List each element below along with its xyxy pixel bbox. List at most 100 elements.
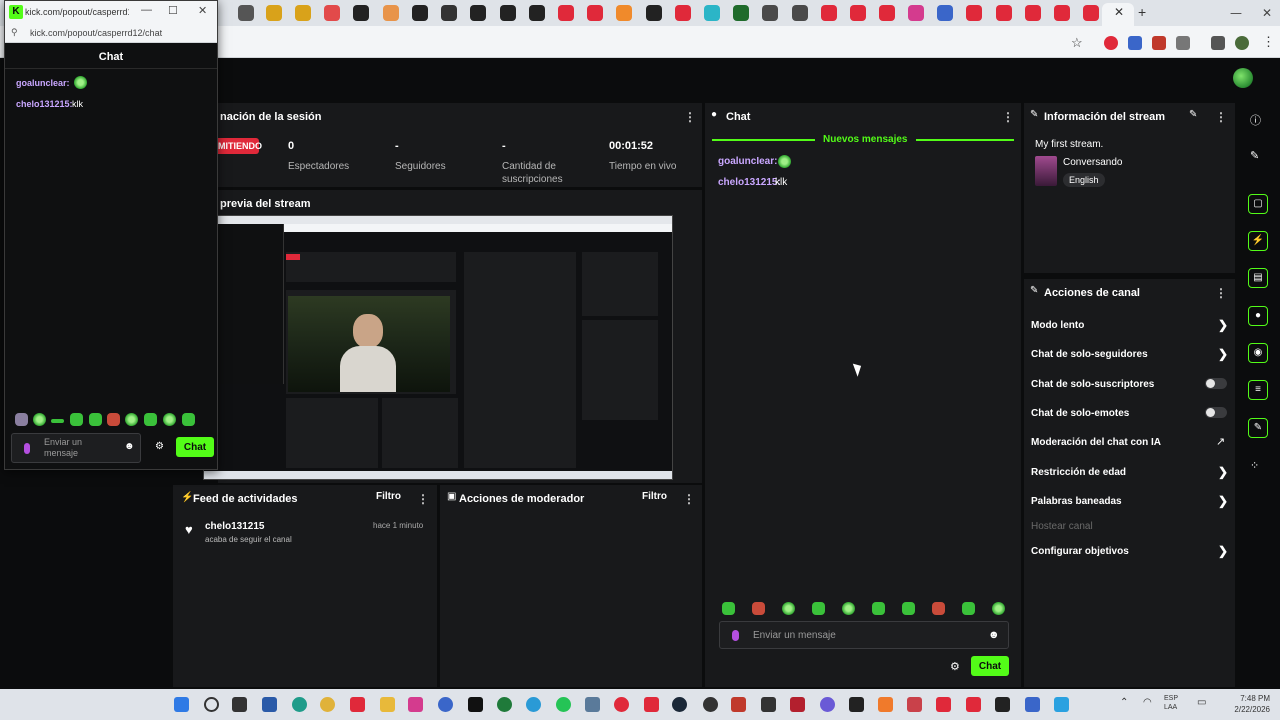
goals-option[interactable]: Configurar objetivos <box>1031 546 1129 557</box>
emote-icon[interactable] <box>182 413 195 426</box>
ai-moderation-option[interactable]: Moderación del chat con IA <box>1031 437 1161 448</box>
taskbar-app-icon[interactable] <box>907 697 922 712</box>
list-icon[interactable]: ≡ <box>1248 380 1268 400</box>
steam-icon[interactable] <box>672 697 687 712</box>
chevron-right-icon[interactable]: ❯ <box>1218 494 1228 508</box>
document-icon[interactable]: ▤ <box>1248 268 1268 288</box>
tab-favicon[interactable] <box>353 5 369 21</box>
youtube-icon[interactable] <box>644 697 659 712</box>
tab-favicon[interactable] <box>500 5 516 21</box>
emote-icon[interactable] <box>872 602 885 615</box>
tab-favicon[interactable] <box>675 5 691 21</box>
chevron-right-icon[interactable]: ❯ <box>1218 544 1228 558</box>
tab-favicon[interactable] <box>966 5 982 21</box>
edit-icon[interactable]: ✎ <box>1189 109 1197 120</box>
chat-settings-gear-icon[interactable]: ⚙ <box>950 660 960 673</box>
tab-favicon[interactable] <box>238 5 254 21</box>
slow-mode-option[interactable]: Modo lento <box>1031 320 1084 331</box>
chat-icon[interactable]: ● <box>1248 306 1268 326</box>
pinterest-icon[interactable] <box>614 697 629 712</box>
tab-favicon[interactable] <box>908 5 924 21</box>
taskbar-app-icon[interactable] <box>585 697 600 712</box>
extensions-puzzle-icon[interactable] <box>1176 36 1190 50</box>
emote-icon[interactable] <box>752 602 765 615</box>
netflix-icon[interactable] <box>350 697 365 712</box>
instagram-icon[interactable] <box>408 697 423 712</box>
tab-favicon[interactable] <box>1025 5 1041 21</box>
chevron-right-icon[interactable]: ❯ <box>1218 465 1228 479</box>
start-icon[interactable] <box>174 697 189 712</box>
task-view-icon[interactable] <box>232 697 247 712</box>
tab-favicon[interactable] <box>412 5 428 21</box>
chevron-right-icon[interactable]: ❯ <box>1218 347 1228 361</box>
tab-favicon[interactable] <box>850 5 866 21</box>
emote-icon[interactable] <box>89 413 102 426</box>
tab-favicon[interactable] <box>704 5 720 21</box>
new-messages-label[interactable]: Nuevos mensajes <box>815 134 916 145</box>
taskbar-app-icon[interactable] <box>936 697 951 712</box>
tiktok-icon[interactable] <box>468 697 483 712</box>
extension-icon[interactable] <box>1152 36 1166 50</box>
emote-icon[interactable] <box>962 602 975 615</box>
wifi-icon[interactable]: ◠ <box>1143 697 1152 708</box>
tab-favicon[interactable] <box>1083 5 1099 21</box>
chat-settings-gear-icon[interactable]: ⚙ <box>155 441 164 452</box>
tab-favicon[interactable] <box>324 5 340 21</box>
bolt-icon[interactable]: ⚡ <box>1248 231 1268 251</box>
minimize-icon[interactable]: — <box>1230 6 1242 20</box>
tab-favicon[interactable] <box>558 5 574 21</box>
close-tab-icon[interactable]: ✕ <box>1114 5 1124 19</box>
emote-icon[interactable] <box>144 413 157 426</box>
facebook-icon[interactable] <box>438 697 453 712</box>
apps-icon[interactable]: ⁘ <box>1250 459 1259 472</box>
taskbar-app-icon[interactable] <box>849 697 864 712</box>
twitter-icon[interactable] <box>1054 697 1069 712</box>
browser-menu-icon[interactable]: ⋮ <box>1262 34 1275 50</box>
emote-icon[interactable] <box>15 413 28 426</box>
stream-info-menu-icon[interactable]: ⋮ <box>1215 110 1227 124</box>
chat-send-button[interactable]: Chat <box>971 656 1009 676</box>
tray-chevron-icon[interactable]: ⌃ <box>1120 697 1128 708</box>
acrobat-icon[interactable] <box>790 697 805 712</box>
channel-actions-menu-icon[interactable]: ⋮ <box>1215 286 1227 300</box>
chevron-right-icon[interactable]: ❯ <box>1218 318 1228 332</box>
chrome-icon[interactable] <box>320 697 335 712</box>
mic-icon[interactable] <box>732 630 739 641</box>
edit-layout-icon[interactable]: ✎ <box>1250 149 1259 162</box>
tab-favicon[interactable] <box>762 5 778 21</box>
emote-icon[interactable] <box>70 413 83 426</box>
scan-icon[interactable]: ▢ <box>1248 194 1268 214</box>
search-icon[interactable] <box>204 697 219 712</box>
age-restriction-option[interactable]: Restricción de edad <box>1031 467 1126 478</box>
language-indicator[interactable]: ESP LAA <box>1164 694 1178 712</box>
chat-username[interactable]: goaluncIear: <box>718 156 777 167</box>
emote-icon[interactable] <box>125 413 138 426</box>
network-icon[interactable]: ▭ <box>1197 697 1206 708</box>
youtube-icon[interactable] <box>966 697 981 712</box>
tab-favicon[interactable] <box>1054 5 1070 21</box>
tab-favicon[interactable] <box>996 5 1012 21</box>
emoji-picker-icon[interactable]: ☻ <box>988 629 1000 641</box>
tab-favicon[interactable] <box>383 5 399 21</box>
taskbar-app-icon[interactable] <box>262 697 277 712</box>
user-avatar[interactable] <box>1233 68 1253 88</box>
tab-favicon[interactable] <box>646 5 662 21</box>
media-icon[interactable] <box>1211 36 1225 50</box>
extension-icon[interactable] <box>1104 36 1118 50</box>
session-menu-icon[interactable]: ⋮ <box>684 110 696 124</box>
file-explorer-icon[interactable] <box>380 697 395 712</box>
maximize-icon[interactable]: ☐ <box>168 4 178 17</box>
info-icon[interactable]: ⓘ <box>1250 112 1261 128</box>
translate-icon[interactable] <box>1128 36 1142 50</box>
stream-preview-video[interactable] <box>203 215 673 480</box>
mic-icon[interactable] <box>24 443 30 454</box>
chat-menu-icon[interactable]: ⋮ <box>1002 110 1014 124</box>
tab-favicon[interactable] <box>879 5 895 21</box>
chat-username[interactable]: chelo131215: <box>718 177 781 188</box>
emote-icon[interactable] <box>51 419 64 423</box>
tab-favicon[interactable] <box>587 5 603 21</box>
tab-favicon[interactable] <box>616 5 632 21</box>
subs-only-option[interactable]: Chat de solo-suscriptores <box>1031 379 1154 390</box>
category-thumbnail[interactable] <box>1035 156 1057 186</box>
stream-category[interactable]: Conversando <box>1063 157 1122 168</box>
